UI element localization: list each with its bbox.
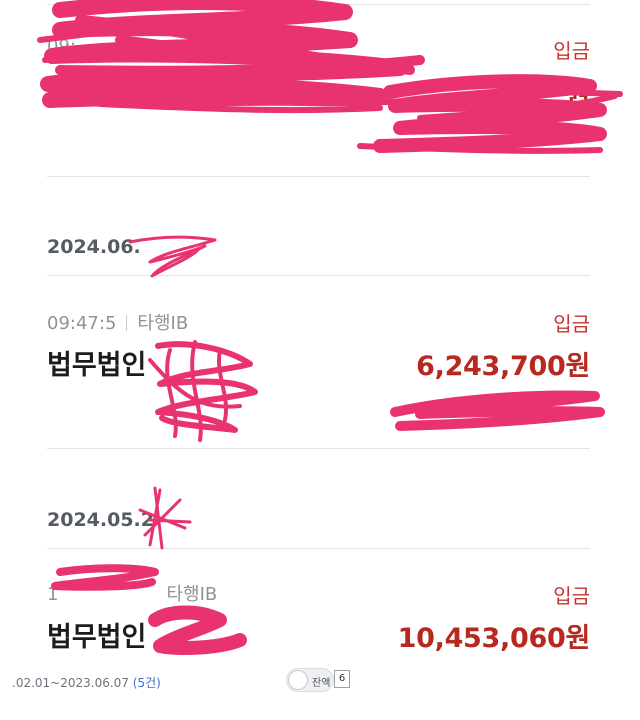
transaction-meta: 09:	[47, 36, 76, 57]
balance-toggle[interactable]: 잔액	[286, 668, 334, 692]
transaction-meta: 1 타행IB	[47, 580, 217, 606]
divider	[47, 548, 590, 549]
transaction-amount: 원	[565, 79, 590, 110]
page-badge[interactable]: 6	[334, 670, 350, 688]
transaction-time: 09:47:5	[47, 313, 117, 334]
transaction-time: 1	[47, 584, 59, 605]
toggle-label: 잔액	[312, 678, 331, 689]
transaction-date: 2024.06.	[47, 236, 141, 258]
meta-separator	[62, 586, 162, 602]
transaction-bank: 타행IB	[137, 313, 189, 334]
transaction-type: 입금	[553, 39, 590, 63]
transaction-counterparty: 법무법인	[47, 350, 147, 381]
transaction-meta: 09:47:5 타행IB	[47, 309, 188, 335]
meta-separator	[126, 315, 128, 331]
toggle-knob[interactable]	[288, 670, 308, 690]
transaction-type: 입금	[553, 312, 590, 336]
transaction-amount: 10,453,060원	[397, 623, 591, 654]
divider	[47, 176, 590, 177]
transaction-counterparty: 법무법인	[47, 622, 147, 653]
divider	[47, 4, 590, 5]
divider	[47, 448, 590, 449]
record-count: (5건)	[132, 676, 161, 690]
divider	[47, 275, 590, 276]
transaction-bank: 타행IB	[166, 584, 218, 605]
transaction-time: 09:	[47, 36, 76, 57]
transaction-type: 입금	[553, 584, 590, 608]
transaction-date: 2024.05.2	[47, 509, 154, 531]
date-range: .02.01~2023.06.07 (5건)	[12, 674, 161, 691]
period-text: .02.01~2023.06.07	[12, 676, 129, 690]
transaction-amount: 6,243,700원	[416, 351, 590, 382]
